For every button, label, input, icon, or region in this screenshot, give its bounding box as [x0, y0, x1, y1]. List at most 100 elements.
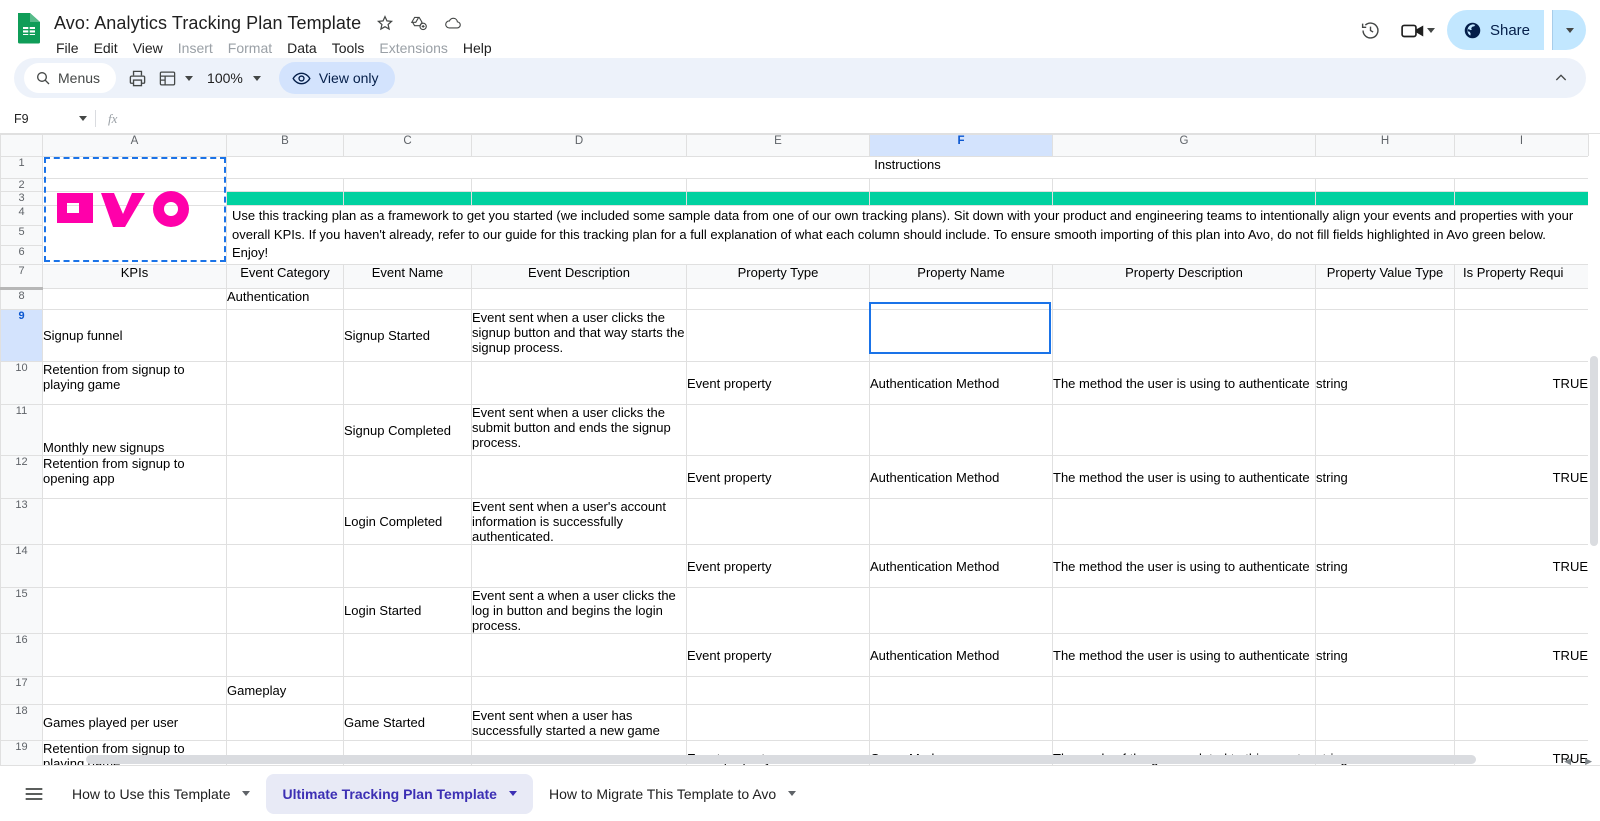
cell-category[interactable]	[226, 633, 344, 677]
cell-event[interactable]	[343, 455, 472, 499]
cell-kpi[interactable]: Signup funnel	[42, 309, 227, 362]
cell-pvtype[interactable]	[1315, 704, 1455, 741]
cell-preq[interactable]	[1454, 498, 1589, 545]
cell-kpi[interactable]: Games played per user	[42, 704, 227, 741]
cell-desc[interactable]	[471, 676, 687, 705]
cell-preq[interactable]	[1454, 288, 1589, 310]
cell-preq[interactable]	[1454, 704, 1589, 741]
cell-event[interactable]	[343, 288, 472, 310]
horizontal-scrollbar[interactable]	[46, 753, 1480, 765]
document-title[interactable]: Avo: Analytics Tracking Plan Template	[54, 13, 361, 34]
cell-pvtype[interactable]	[1315, 587, 1455, 634]
cell-pname[interactable]: Authentication Method	[869, 455, 1053, 499]
row-header-19[interactable]: 19	[0, 740, 43, 765]
cell-desc[interactable]	[471, 361, 687, 405]
cell-event[interactable]: Login Completed	[343, 498, 472, 545]
cell-kpi[interactable]	[42, 544, 227, 588]
move-to-drive-icon[interactable]	[409, 13, 429, 33]
cell-preq[interactable]: TRUE	[1454, 544, 1589, 588]
cell-category[interactable]: Authentication	[226, 288, 344, 310]
cell-a2[interactable]	[42, 178, 227, 192]
cell-ptype[interactable]	[686, 704, 870, 741]
cell-preq[interactable]: TRUE	[1454, 633, 1589, 677]
cell-desc[interactable]: Event sent when a user has successfully …	[471, 704, 687, 741]
cell-pname[interactable]	[869, 498, 1053, 545]
cell-instructions-body[interactable]: Use this tracking plan as a framework to…	[226, 205, 1589, 265]
row-header-2[interactable]: 2	[0, 178, 43, 192]
cell-pdesc[interactable]	[1052, 498, 1316, 545]
sheet-tab-how-to-use[interactable]: How to Use this Template	[56, 774, 266, 814]
cell-pdesc[interactable]: The method the user is using to authenti…	[1052, 633, 1316, 677]
col-header-property-name[interactable]: Property Name	[869, 264, 1053, 289]
cell-category[interactable]	[226, 361, 344, 405]
row-header-14[interactable]: 14	[0, 544, 43, 588]
cell-ptype[interactable]: Event property	[686, 633, 870, 677]
cell-g2[interactable]	[1052, 178, 1316, 192]
view-only-button[interactable]: View only	[278, 62, 395, 94]
cell-pname[interactable]: Authentication Method	[869, 361, 1053, 405]
accent-bar-f3[interactable]	[869, 191, 1053, 206]
cell-category[interactable]	[226, 704, 344, 741]
col-header-is-property-required[interactable]: Is Property Requi	[1454, 264, 1589, 289]
cell-ptype[interactable]	[686, 288, 870, 310]
cell-preq[interactable]	[1454, 404, 1589, 456]
cell-kpi[interactable]: Monthly new signups	[42, 404, 227, 456]
cell-b2[interactable]	[226, 178, 344, 192]
row-header-6[interactable]: 6	[0, 245, 43, 265]
menu-view[interactable]: View	[133, 39, 163, 57]
cloud-saved-icon[interactable]	[443, 13, 463, 33]
cell-desc[interactable]: Event sent a when a user clicks the log …	[471, 587, 687, 634]
cell-category[interactable]	[226, 498, 344, 545]
menu-data[interactable]: Data	[287, 39, 317, 57]
column-header-a[interactable]: A	[42, 134, 227, 157]
cell-pdesc[interactable]: The method the user is using to authenti…	[1052, 544, 1316, 588]
cell-pvtype[interactable]: string	[1315, 361, 1455, 405]
column-header-c[interactable]: C	[343, 134, 472, 157]
column-header-i[interactable]: I	[1454, 134, 1589, 157]
menu-edit[interactable]: Edit	[94, 39, 118, 57]
accent-bar-i3[interactable]	[1454, 191, 1589, 206]
meet-camera-button[interactable]	[1397, 21, 1439, 40]
cell-preq[interactable]: TRUE	[1454, 455, 1589, 499]
cell-kpi[interactable]	[42, 633, 227, 677]
column-header-g[interactable]: G	[1052, 134, 1316, 157]
menus-search-button[interactable]: Menus	[24, 63, 117, 93]
cell-desc[interactable]	[471, 455, 687, 499]
menu-extensions[interactable]: Extensions	[379, 39, 447, 57]
cell-category[interactable]	[226, 455, 344, 499]
cell-pdesc[interactable]	[1052, 587, 1316, 634]
share-dropdown-button[interactable]	[1552, 10, 1586, 50]
cell-category[interactable]	[226, 309, 344, 362]
cell-ptype[interactable]: Event property	[686, 361, 870, 405]
cell-kpi[interactable]: Retention from signup to opening app	[42, 455, 227, 499]
cell-kpi[interactable]	[42, 587, 227, 634]
col-header-property-value-type[interactable]: Property Value Type	[1315, 264, 1455, 289]
row-header-11[interactable]: 11	[0, 404, 43, 456]
menu-tools[interactable]: Tools	[332, 39, 365, 57]
horizontal-scroll-thumb[interactable]	[86, 755, 1476, 764]
menu-file[interactable]: File	[56, 39, 79, 57]
row-header-17[interactable]: 17	[0, 676, 43, 705]
print-icon[interactable]	[122, 63, 152, 93]
cell-instructions-title[interactable]: Instructions	[226, 156, 1589, 179]
cell-a4[interactable]	[42, 205, 227, 265]
cell-a1[interactable]	[42, 156, 227, 179]
cell-ptype[interactable]	[686, 587, 870, 634]
cell-pvtype[interactable]: string	[1315, 455, 1455, 499]
cell-category[interactable]: Gameplay	[226, 676, 344, 705]
cell-event[interactable]	[343, 676, 472, 705]
cell-c2[interactable]	[343, 178, 472, 192]
vertical-scrollbar[interactable]	[1588, 156, 1600, 765]
cell-pdesc[interactable]	[1052, 676, 1316, 705]
cell-ptype[interactable]: Event property	[686, 455, 870, 499]
cell-preq[interactable]	[1454, 587, 1589, 634]
col-header-event-category[interactable]: Event Category	[226, 264, 344, 289]
star-icon[interactable]	[375, 13, 395, 33]
select-all-corner[interactable]	[0, 134, 43, 157]
cell-desc[interactable]	[471, 633, 687, 677]
column-header-f[interactable]: F	[869, 134, 1053, 157]
cell-pdesc[interactable]	[1052, 704, 1316, 741]
share-button[interactable]: Share	[1446, 10, 1544, 50]
cell-pdesc[interactable]	[1052, 309, 1316, 362]
cell-pvtype[interactable]	[1315, 404, 1455, 456]
